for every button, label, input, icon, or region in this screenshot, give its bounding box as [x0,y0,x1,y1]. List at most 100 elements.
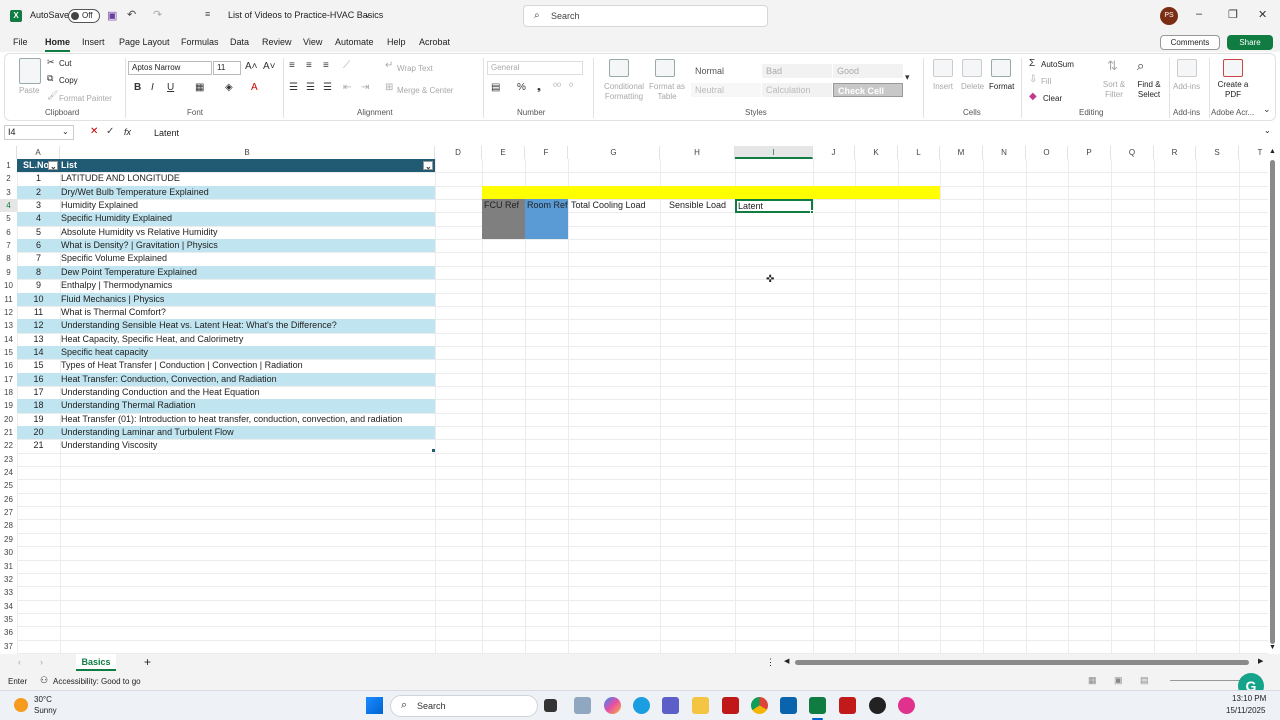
table-row[interactable]: 16 Heat Transfer: Conduction, Convection,… [17,372,435,386]
list-cell[interactable]: Heat Transfer (01): Introduction to heat… [61,413,402,426]
list-cell[interactable]: Fluid Mechanics | Physics [61,293,164,306]
table-resize-handle[interactable] [432,449,435,452]
style-normal[interactable]: Normal [691,64,761,78]
sl-no-cell[interactable]: 4 [17,212,60,225]
sl-no-cell[interactable]: 16 [17,373,60,386]
confirm-entry-icon[interactable]: ✓ [106,126,114,137]
row-header[interactable]: 16 [0,359,17,372]
sl-no-cell[interactable]: 7 [17,252,60,265]
create-pdf-button[interactable]: Create a PDF [1215,80,1251,100]
row-header[interactable]: 7 [0,239,17,252]
style-check-cell[interactable]: Check Cell [833,83,903,97]
paste-icon[interactable] [19,58,41,84]
format-as-table-button[interactable]: Format as Table [647,82,687,102]
column-header-j[interactable]: J [813,146,855,159]
scroll-down-icon[interactable]: ▼ [1269,644,1276,651]
row-header[interactable]: 11 [0,293,17,306]
file-explorer-icon[interactable] [692,697,709,714]
widgets-icon[interactable] [574,697,591,714]
row-header[interactable]: 9 [0,266,17,279]
restore-icon[interactable]: ❐ [1228,8,1238,21]
shrink-font-icon[interactable]: A˅ [263,61,276,72]
add-sheet-button[interactable]: + [144,655,151,669]
fill-handle[interactable] [810,210,814,214]
bold-icon[interactable]: B [134,82,141,93]
tab-insert[interactable]: Insert [82,37,105,47]
task-view-icon[interactable] [544,699,557,712]
sl-no-cell[interactable]: 5 [17,226,60,239]
conditional-formatting-button[interactable]: Conditional Formatting [597,82,651,102]
table-row[interactable]: 7 Specific Volume Explained [17,252,435,265]
table-row[interactable]: 4 Specific Humidity Explained [17,212,435,226]
select-all-corner[interactable] [0,146,17,159]
decrease-indent-icon[interactable]: ⇤ [343,82,351,93]
list-cell[interactable]: Enthalpy | Thermodynamics [61,279,172,292]
normal-view-icon[interactable]: ▦ [1088,675,1097,686]
increase-decimal-icon[interactable]: ⁰⁰ [553,82,561,93]
sheet-tab-basics[interactable]: Basics [76,654,116,671]
latent-cell-active[interactable]: Latent [735,199,813,213]
row-header[interactable]: 4 [0,199,17,213]
row-header[interactable]: 6 [0,226,17,239]
sl-no-cell[interactable]: 2 [17,186,60,199]
acrobat-icon[interactable] [839,697,856,714]
list-cell[interactable]: What is Density? | Gravitation | Physics [61,239,218,252]
borders-icon[interactable]: ▦ [195,82,204,93]
table-row[interactable]: 11 What is Thermal Comfort? [17,306,435,319]
list-cell[interactable]: Absolute Humidity vs Relative Humidity [61,226,218,239]
table-row[interactable]: 19 Heat Transfer (01): Introduction to he… [17,413,435,426]
row-header[interactable]: 19 [0,399,17,412]
tab-acrobat[interactable]: Acrobat [419,37,450,47]
accessibility-status[interactable]: Accessibility: Good to go [53,677,141,686]
column-header-q[interactable]: Q [1111,146,1154,159]
sort-filter-button[interactable]: Sort & Filter [1099,80,1129,100]
style-calculation[interactable]: Calculation [762,83,832,97]
sl-no-cell[interactable]: 17 [17,386,60,399]
namebox-dropdown-icon[interactable]: ⌄ [62,127,69,136]
app-icon[interactable] [898,697,915,714]
grow-font-icon[interactable]: A˄ [245,61,258,72]
style-bad[interactable]: Bad [762,64,832,78]
table-row[interactable]: 20 Understanding Laminar and Turbulent Fl… [17,426,435,440]
table-row[interactable]: 17 Understanding Conduction and the Heat … [17,386,435,399]
sl-no-cell[interactable]: 19 [17,413,60,426]
outlook-icon[interactable] [780,697,797,714]
list-cell[interactable]: Dew Point Temperature Explained [61,266,197,279]
excel-icon[interactable] [809,697,826,714]
redo-icon[interactable]: ↷ [153,8,162,21]
italic-icon[interactable]: I [151,82,154,93]
list-cell[interactable]: Understanding Thermal Radiation [61,399,195,412]
row-header[interactable]: 12 [0,306,17,319]
copy-button[interactable]: Copy [59,76,78,85]
font-name-select[interactable]: Aptos Narrow [128,61,212,75]
row-header[interactable]: 34 [0,600,17,613]
column-header-h[interactable]: H [660,146,735,159]
scroll-left-icon[interactable]: ◀ [784,657,789,665]
row-header[interactable]: 5 [0,212,17,225]
table-row[interactable]: 5 Absolute Humidity vs Relative Humidity [17,226,435,239]
row-header[interactable]: 32 [0,573,17,586]
list-cell[interactable]: Heat Capacity, Specific Heat, and Calori… [61,333,243,346]
sl-no-cell[interactable]: 12 [17,319,60,332]
style-neutral[interactable]: Neutral [691,83,761,97]
decrease-decimal-icon[interactable]: ⁰ [569,82,573,93]
tab-view[interactable]: View [303,37,322,47]
list-cell[interactable]: Understanding Conduction and the Heat Eq… [61,386,260,399]
table-row[interactable]: 21 Understanding Viscosity [17,439,435,452]
row-header[interactable]: 25 [0,479,17,492]
tab-automate[interactable]: Automate [335,37,374,47]
table-row[interactable]: 2 Dry/Wet Bulb Temperature Explained [17,185,435,200]
scroll-right-icon[interactable]: ▶ [1258,657,1263,665]
sl-no-cell[interactable]: 20 [17,426,60,439]
document-title[interactable]: List of Videos to Practice-HVAC Basics [228,10,383,20]
column-header-b[interactable]: B [60,146,435,159]
table-row[interactable]: 12 Understanding Sensible Heat vs. Latent… [17,319,435,333]
row-header[interactable]: 22 [0,439,17,452]
table-row[interactable]: 8 Dew Point Temperature Explained [17,265,435,280]
vertical-scrollbar[interactable] [1270,160,1275,644]
fill-button[interactable]: Fill [1041,77,1051,86]
tab-formulas[interactable]: Formulas [181,37,219,47]
accounting-format-icon[interactable]: ▤ [491,82,500,93]
style-good[interactable]: Good [833,64,903,78]
list-cell[interactable]: Understanding Laminar and Turbulent Flow [61,426,234,439]
